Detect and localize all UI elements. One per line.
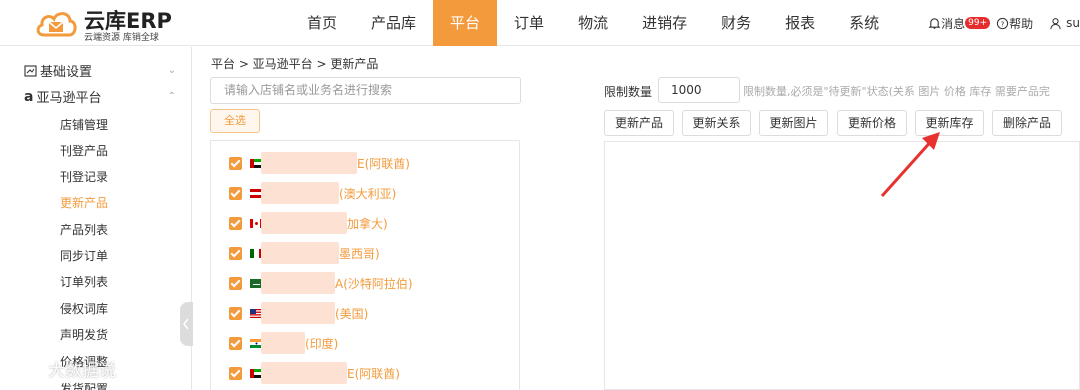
breadcrumb: 平台 > 亚马逊平台 > 更新产品 (211, 57, 379, 71)
amazon-icon: a (24, 88, 34, 105)
shop-search-input[interactable]: 请输入店铺名或业务名进行搜索 (210, 77, 521, 104)
cloud-logo-icon (36, 12, 77, 37)
shop-row[interactable]: A(沙特阿拉伯) (229, 272, 413, 294)
checkbox-checked[interactable] (229, 306, 242, 320)
sidebar-group-basic-settings[interactable]: 基础设置 ⌄ (24, 61, 184, 80)
question-circle-icon: ? (997, 17, 1009, 29)
shop-row[interactable]: (澳大利亚) (229, 182, 397, 204)
shop-row[interactable]: (印度) (229, 332, 339, 354)
update-product-button[interactable]: 更新产品 (604, 110, 674, 136)
chevron-up-icon: ⌃ (167, 91, 176, 102)
shop-name: E(阿联酋) (347, 366, 400, 381)
sidebar-item-publish-records[interactable]: 刊登记录 (60, 168, 108, 185)
main-nav: 首页 产品库 平台 订单 物流 进销存 财务 报表 系统 (290, 0, 896, 46)
redacted-shop-name (261, 242, 339, 264)
red-arrow-annotation (880, 132, 940, 198)
redacted-shop-name (261, 362, 347, 384)
shop-name: (印度) (305, 336, 339, 351)
update-relation-button[interactable]: 更新关系 (682, 110, 751, 136)
logo-subtitle: 云端资源 库销全球 (84, 33, 159, 43)
sidebar-group-label: 基础设置 (40, 65, 93, 80)
nav-platform[interactable]: 平台 (433, 0, 498, 46)
user-menu[interactable]: su (1049, 16, 1080, 30)
user-icon (1050, 17, 1061, 29)
checkbox-checked[interactable] (229, 216, 242, 230)
watermark-logo-icon (10, 360, 36, 377)
sidebar-collapse-handle[interactable] (180, 302, 193, 346)
shop-row[interactable]: (美国) (229, 302, 369, 324)
sidebar-group-amazon[interactable]: a 亚马逊平台 ⌃ (24, 87, 184, 107)
redacted-shop-name (261, 332, 305, 354)
nav-finance[interactable]: 财务 (704, 0, 768, 46)
checkbox-checked[interactable] (229, 246, 242, 260)
sidebar-group-label: 亚马逊平台 (36, 91, 102, 106)
checkbox-checked[interactable] (229, 366, 242, 380)
sidebar-item-shipping-config[interactable]: 发货配置 (60, 380, 108, 390)
redacted-shop-name (261, 212, 347, 234)
help-button[interactable]: ? 帮助 (996, 15, 1033, 32)
sidebar-item-shop-management[interactable]: 店铺管理 (60, 116, 108, 133)
select-all-button[interactable]: 全选 (210, 109, 260, 133)
shop-row[interactable]: 加拿大) (229, 212, 388, 234)
checkbox-checked[interactable] (229, 336, 242, 350)
redacted-shop-name (261, 152, 357, 174)
nav-home[interactable]: 首页 (290, 0, 354, 46)
nav-system[interactable]: 系统 (832, 0, 896, 46)
help-label: 帮助 (1009, 16, 1034, 31)
shop-name: E(阿联酋) (357, 156, 410, 171)
watermark-text: 大数据说 (48, 361, 116, 381)
sidebar-item-product-list[interactable]: 产品列表 (60, 221, 108, 238)
redacted-shop-name (261, 182, 339, 204)
sidebar-item-order-list[interactable]: 订单列表 (60, 273, 108, 290)
nav-logistics[interactable]: 物流 (561, 0, 625, 46)
shop-row[interactable]: 墨西哥) (229, 242, 380, 264)
settings-box-icon (24, 64, 37, 77)
shop-list: E(阿联酋) (澳大利亚) 加拿大) 墨西哥) A(沙特阿拉伯) (美国) (印… (210, 140, 520, 390)
shop-name: A(沙特阿拉伯) (335, 276, 413, 291)
sidebar-item-publish-product[interactable]: 刊登产品 (60, 142, 108, 159)
svg-text:?: ? (1001, 19, 1005, 28)
messages-button[interactable]: 消息 99+ (928, 15, 991, 32)
nav-reports[interactable]: 报表 (768, 0, 832, 46)
limit-label: 限制数量 (604, 85, 653, 99)
sidebar: 基础设置 ⌄ a 亚马逊平台 ⌃ 店铺管理 刊登产品 刊登记录 更新产品 产品列… (0, 47, 193, 390)
sidebar-item-update-product[interactable]: 更新产品 (60, 194, 108, 211)
sidebar-item-declare-shipment[interactable]: 声明发货 (60, 326, 108, 343)
sidebar-item-sync-orders[interactable]: 同步订单 (60, 247, 108, 264)
nav-orders[interactable]: 订单 (497, 0, 561, 46)
delete-product-button[interactable]: 删除产品 (992, 110, 1062, 136)
chevron-left-icon (183, 318, 189, 330)
shop-name: (澳大利亚) (339, 186, 397, 201)
shop-name: (美国) (335, 306, 369, 321)
sidebar-item-infringement-words[interactable]: 侵权词库 (60, 300, 108, 317)
redacted-shop-name (261, 302, 335, 324)
top-right-tools: 消息 99+ ? 帮助 su (922, 0, 1080, 46)
checkbox-checked[interactable] (229, 156, 242, 170)
bell-icon (928, 17, 941, 29)
shop-name: 墨西哥) (339, 246, 380, 261)
checkbox-checked[interactable] (229, 276, 242, 290)
checkbox-checked[interactable] (229, 186, 242, 200)
watermark: 大数据说 (10, 356, 116, 381)
chevron-down-icon: ⌄ (167, 65, 176, 76)
redacted-shop-name (261, 272, 335, 294)
messages-label: 消息 (941, 16, 966, 31)
nav-inventory[interactable]: 进销存 (625, 0, 704, 46)
messages-badge: 99+ (965, 17, 991, 29)
result-panel (604, 141, 1080, 390)
nav-product-library[interactable]: 产品库 (354, 0, 433, 46)
logo[interactable]: 云库ERP 云端资源 库销全球 (34, 5, 174, 43)
shop-row[interactable]: E(阿联酋) (229, 362, 400, 384)
user-name: su (1066, 16, 1080, 30)
limit-quantity-input[interactable]: 1000 (658, 77, 740, 103)
shop-row[interactable]: E(阿联酋) (229, 152, 410, 174)
limit-hint: 限制数量,必须是"待更新"状态(关系 图片 价格 库存 需要产品完 (743, 85, 1050, 98)
shop-name: 加拿大) (347, 216, 388, 231)
update-image-button[interactable]: 更新图片 (759, 110, 828, 136)
top-header: 云库ERP 云端资源 库销全球 首页 产品库 平台 订单 物流 进销存 财务 报… (0, 0, 1080, 46)
